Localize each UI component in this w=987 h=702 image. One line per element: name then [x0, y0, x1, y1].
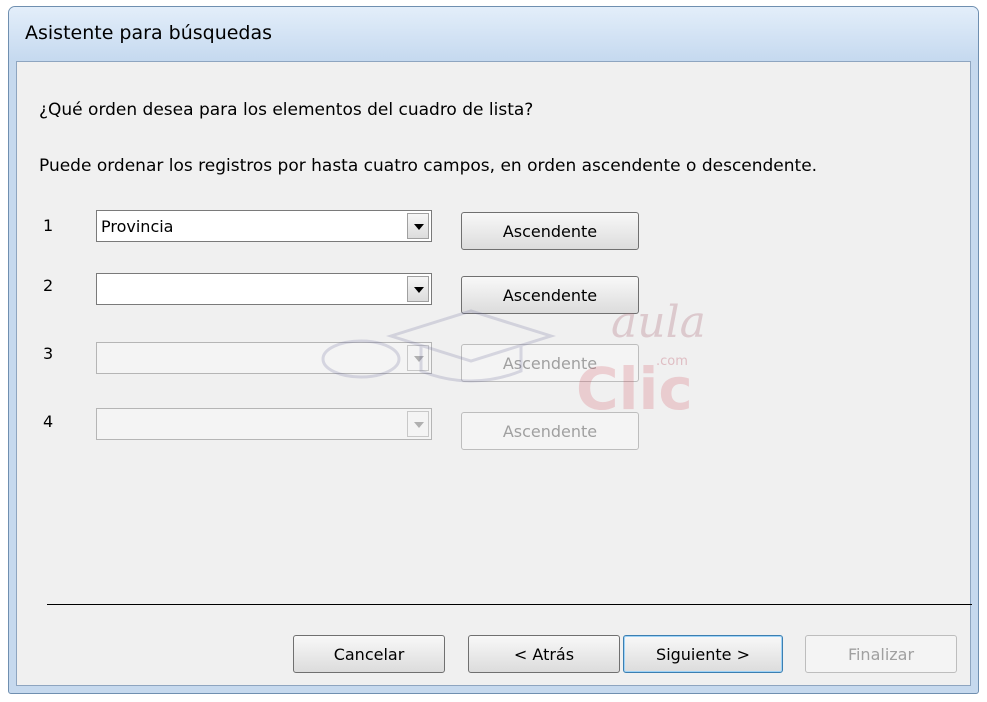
cancel-button[interactable]: Cancelar	[293, 635, 445, 673]
question-text: ¿Qué orden desea para los elementos del …	[39, 100, 534, 120]
sort-row-3-number: 3	[43, 344, 54, 363]
sort-row-4-number: 4	[43, 412, 54, 431]
sort-row-2-number: 2	[43, 276, 54, 295]
sort-field-1-combo[interactable]: Provincia	[96, 210, 432, 242]
footer-separator	[47, 604, 972, 605]
sort-order-4-button: Ascendente	[461, 412, 639, 450]
instructions-text: Puede ordenar los registros por hasta cu…	[39, 156, 818, 176]
sort-order-2-button[interactable]: Ascendente	[461, 276, 639, 314]
sort-order-1-button[interactable]: Ascendente	[461, 212, 639, 250]
sort-field-1-value: Provincia	[101, 217, 174, 236]
sort-field-2-combo[interactable]	[96, 273, 432, 305]
wizard-body: ¿Qué orden desea para los elementos del …	[16, 61, 972, 686]
finish-button: Finalizar	[805, 635, 957, 673]
title-bar[interactable]: Asistente para búsquedas	[9, 7, 978, 61]
back-button[interactable]: < Atrás	[468, 635, 620, 673]
chevron-down-icon	[407, 345, 429, 371]
sort-field-4-combo	[96, 408, 432, 440]
sort-field-3-combo	[96, 342, 432, 374]
chevron-down-icon	[407, 411, 429, 437]
sort-order-3-button: Ascendente	[461, 344, 639, 382]
next-button[interactable]: Siguiente >	[623, 635, 783, 673]
wizard-window: Asistente para búsquedas ¿Qué orden dese…	[8, 6, 979, 694]
chevron-down-icon[interactable]	[407, 213, 429, 239]
sort-row-1-number: 1	[43, 216, 54, 235]
window-title: Asistente para búsquedas	[25, 22, 273, 44]
chevron-down-icon[interactable]	[407, 276, 429, 302]
